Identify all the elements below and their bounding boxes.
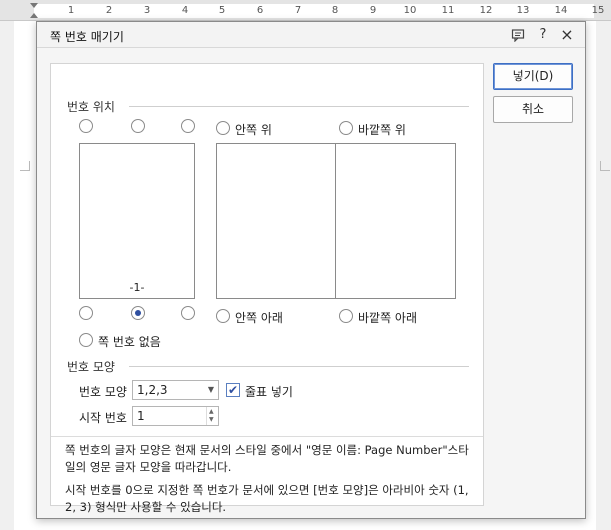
page-corner-mark xyxy=(20,161,30,171)
ruler-number: 10 xyxy=(403,5,417,16)
page-number-dialog: 쪽 번호 매기기 ? × 번호 위치 안쪽 위 바깥쪽 위 -1- 안쪽 아래 … xyxy=(36,21,586,519)
format-section-title: 번호 모양 xyxy=(67,360,115,374)
ruler-number: 15 xyxy=(591,5,605,16)
notes-divider xyxy=(51,436,483,437)
ruler-number: 14 xyxy=(554,5,568,16)
start-number-note: 시작 번호를 0으로 지정한 쪽 번호가 문서에 있으면 [번호 모양]은 아라… xyxy=(65,483,469,514)
section-divider xyxy=(129,366,469,367)
radio-inner-bottom[interactable] xyxy=(216,309,230,323)
comment-icon[interactable] xyxy=(509,26,527,44)
no-page-number-label: 쪽 번호 없음 xyxy=(98,335,161,349)
ruler-number: 3 xyxy=(143,5,151,16)
ruler-number: 1 xyxy=(67,5,75,16)
ruler-number: 9 xyxy=(369,5,377,16)
dialog-title: 쪽 번호 매기기 xyxy=(50,30,124,44)
cancel-button[interactable]: 취소 xyxy=(493,96,573,123)
radio-bottom-right[interactable] xyxy=(181,306,195,320)
number-format-label: 번호 모양 xyxy=(79,385,127,399)
chevron-down-icon: ▼ xyxy=(207,385,214,394)
font-style-note: 쪽 번호의 글자 모양은 현재 문서의 스타일 중에서 "영문 이름: Page… xyxy=(65,443,469,474)
dialog-titlebar[interactable]: 쪽 번호 매기기 ? × xyxy=(37,22,585,48)
horizontal-ruler[interactable]: 1 2 3 4 5 6 7 8 9 10 11 12 13 14 15 xyxy=(0,0,611,21)
ruler-number: 12 xyxy=(479,5,493,16)
radio-bottom-center[interactable] xyxy=(131,306,145,320)
inner-bottom-label: 안쪽 아래 xyxy=(235,311,283,325)
ruler-number: 5 xyxy=(218,5,226,16)
start-number-stepper[interactable]: 1 ▲ ▼ xyxy=(132,406,219,426)
chevron-up-icon[interactable]: ▲ xyxy=(209,408,214,415)
options-panel: 번호 위치 안쪽 위 바깥쪽 위 -1- 안쪽 아래 바깥쪽 아래 쪽 번호 없… xyxy=(50,63,484,514)
radio-top-center[interactable] xyxy=(131,119,145,133)
dash-checkbox-label: 줄표 넣기 xyxy=(245,385,293,399)
ruler-number: 8 xyxy=(331,5,339,16)
stepper-arrows[interactable]: ▲ ▼ xyxy=(206,407,218,425)
insert-button[interactable]: 넣기(D) xyxy=(493,63,573,90)
radio-top-right[interactable] xyxy=(181,119,195,133)
radio-top-left[interactable] xyxy=(79,119,93,133)
ruler-number: 4 xyxy=(181,5,189,16)
number-format-select[interactable]: 1,2,3 ▼ xyxy=(132,380,219,400)
ruler-track xyxy=(34,4,594,18)
outer-bottom-label: 바깥쪽 아래 xyxy=(358,311,418,325)
single-page-preview: -1- xyxy=(79,143,195,299)
radio-inner-top[interactable] xyxy=(216,121,230,135)
position-section-title: 번호 위치 xyxy=(67,100,115,114)
ruler-number: 6 xyxy=(256,5,264,16)
start-number-label: 시작 번호 xyxy=(79,411,127,425)
outer-top-label: 바깥쪽 위 xyxy=(358,123,406,137)
radio-no-page-number[interactable] xyxy=(79,333,93,347)
ruler-number: 11 xyxy=(441,5,455,16)
ruler-number: 7 xyxy=(294,5,302,16)
dash-checkbox[interactable]: ✔ xyxy=(226,383,240,397)
preview-page-number: -1- xyxy=(129,281,145,294)
right-page-preview xyxy=(335,143,456,299)
indent-marker-icon[interactable] xyxy=(30,3,38,18)
radio-bottom-left[interactable] xyxy=(79,306,93,320)
inner-top-label: 안쪽 위 xyxy=(235,123,272,137)
help-icon[interactable]: ? xyxy=(534,26,552,44)
radio-outer-top[interactable] xyxy=(339,121,353,135)
section-divider xyxy=(129,106,469,107)
chevron-down-icon[interactable]: ▼ xyxy=(209,416,214,423)
number-format-value: 1,2,3 xyxy=(137,383,168,397)
start-number-value: 1 xyxy=(137,409,145,423)
ruler-number: 13 xyxy=(516,5,530,16)
page-corner-mark xyxy=(600,161,610,171)
left-page-preview xyxy=(216,143,336,299)
ruler-number: 2 xyxy=(105,5,113,16)
close-icon[interactable]: × xyxy=(558,26,576,44)
radio-outer-bottom[interactable] xyxy=(339,309,353,323)
